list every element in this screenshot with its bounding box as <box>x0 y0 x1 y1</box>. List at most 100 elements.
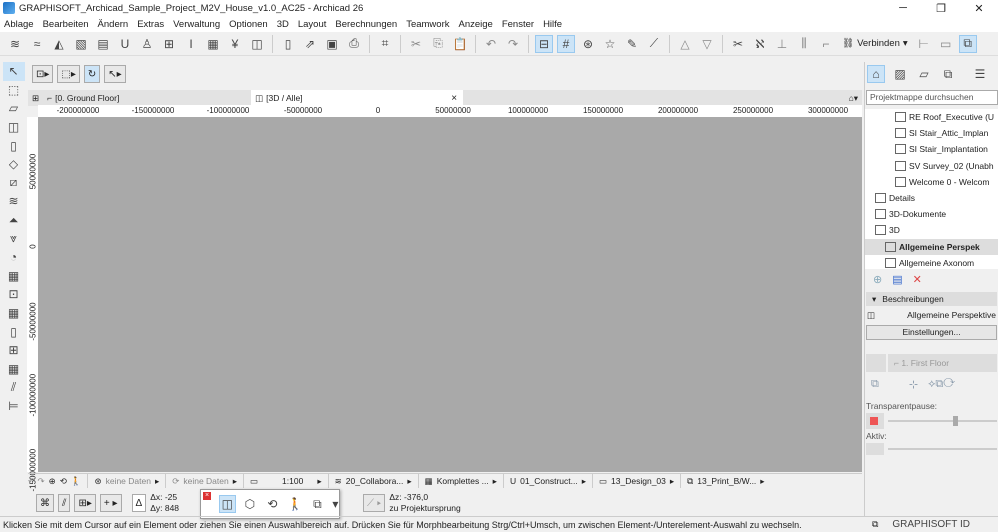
profile-icon[interactable]: I <box>182 35 200 53</box>
verbinden-dropdown[interactable]: ⛓ Verbinden ▾ <box>839 38 911 49</box>
menu-icon[interactable]: ☰ <box>971 65 989 83</box>
layer-combination-select[interactable]: ≋ 20_Collabora... ▸ <box>335 474 419 488</box>
zone-icon[interactable]: ⊞ <box>160 35 178 53</box>
fill-icon[interactable]: ▤ <box>94 35 112 53</box>
menu-3d[interactable]: 3D <box>277 19 289 30</box>
navigator-item[interactable]: Allgemeine Axonom <box>865 255 998 269</box>
publisher-icon[interactable]: ⧉ <box>939 65 957 83</box>
perspective-icon[interactable]: ◫ <box>219 495 236 513</box>
mesh-tool-icon[interactable]: ▦ <box>3 267 25 286</box>
railing-tool-icon[interactable]: ⫽ <box>3 378 25 397</box>
project-map-icon[interactable]: ⌂ <box>867 65 885 83</box>
navigator-item[interactable]: Details <box>865 190 998 206</box>
navigator-item[interactable]: RE Roof_Executive (U <box>865 109 998 125</box>
orbit-icon[interactable]: ⟲ <box>264 495 281 513</box>
marquee-tool-icon[interactable]: ⬚ <box>3 81 25 100</box>
wall-tool-icon[interactable]: ▱ <box>3 99 25 118</box>
skylight-tool-icon[interactable]: ▯ <box>3 322 25 341</box>
save-icon[interactable]: ▣ <box>323 35 341 53</box>
aktiv-slider[interactable] <box>866 443 997 455</box>
split-icon[interactable]: ✂ <box>729 35 747 53</box>
roof-icon[interactable]: ◭ <box>50 35 68 53</box>
redo-icon[interactable]: ↷ <box>504 35 522 53</box>
window-icon[interactable]: ⧉ <box>872 519 878 530</box>
layout-book-icon[interactable]: ▱ <box>915 65 933 83</box>
transparent-slider[interactable] <box>866 413 997 429</box>
model-view-select[interactable]: ▦ Komplettes ... ▸ <box>425 474 504 488</box>
arrow-tool-icon[interactable]: ↖ <box>2 62 25 81</box>
menu-optionen[interactable]: Optionen <box>229 19 268 30</box>
dimension-icon[interactable]: ⊢ <box>915 35 933 53</box>
move-down-icon[interactable]: ▽ <box>698 35 716 53</box>
add-icon[interactable]: ⊕ <box>873 273 882 286</box>
book-icon[interactable]: ◫ <box>248 35 266 53</box>
navigator-item[interactable]: SI Stair_Attic_Implan <box>865 125 998 141</box>
chevron-down-icon[interactable]: ▾ <box>332 495 339 513</box>
tab-grid-icon[interactable]: ⊞ <box>28 90 43 106</box>
maximize-button[interactable]: ❐ <box>922 2 960 15</box>
stair-tool-icon[interactable]: ≋ <box>3 192 25 211</box>
scale-select[interactable]: ▭ 1:100 ▸ <box>250 474 329 488</box>
menu-verwaltung[interactable]: Verwaltung <box>173 19 220 30</box>
graphic-override-select[interactable]: ▭ 13_Design_03 ▸ <box>599 474 682 488</box>
floor-swatch[interactable] <box>866 354 886 372</box>
object-icon[interactable]: ▧ <box>72 35 90 53</box>
syringe-icon[interactable]: ⟋ <box>645 35 663 53</box>
roof-tool-icon[interactable]: ⏶ <box>3 211 25 230</box>
menu-hilfe[interactable]: Hilfe <box>543 19 562 30</box>
angle-button[interactable]: ⟋ ▸ <box>363 494 386 512</box>
navigator-item[interactable]: SI Stair_Implantation <box>865 141 998 157</box>
distribute-icon[interactable]: ⫼ <box>795 35 813 53</box>
door-tool-icon[interactable]: ◫ <box>3 118 25 137</box>
layers-icon[interactable]: ≋ <box>6 35 24 53</box>
walk-icon[interactable]: 🚶 <box>287 495 304 513</box>
3d-canvas[interactable] <box>38 117 862 472</box>
guide-button[interactable]: ⫽ <box>58 494 71 512</box>
marquee-button[interactable]: ⬚▸ <box>57 65 80 83</box>
zoom-controls[interactable]: ↶ ↷ ⊕ ⟲ 🚶 <box>28 474 89 488</box>
zoom-set-1[interactable]: ⊛ keine Daten ▸ <box>94 474 167 488</box>
mesh-icon[interactable]: ≈ <box>28 35 46 53</box>
menu-fenster[interactable]: Fenster <box>502 19 534 30</box>
adjust-icon[interactable]: ℵ <box>751 35 769 53</box>
open-icon[interactable]: ⇗ <box>301 35 319 53</box>
renovation-filter-select[interactable]: ⧉ 13_Print_B/W... ▸ <box>687 474 770 488</box>
paste-icon[interactable]: 📋 <box>451 35 469 53</box>
menu-anzeige[interactable]: Anzeige <box>459 19 493 30</box>
zoom-set-2[interactable]: ⟳ keine Daten ▸ <box>172 474 245 488</box>
column-tool-icon[interactable]: ▯ <box>3 136 25 155</box>
menu-berechnungen[interactable]: Berechnungen <box>335 19 397 30</box>
view-actions[interactable]: ⧉ ⊹ ⟡⧉⟳ <box>865 376 998 393</box>
undo-icon[interactable]: ↶ <box>482 35 500 53</box>
beam-tool-icon[interactable]: ⧄ <box>3 174 25 193</box>
brush-icon[interactable]: ♙ <box>138 35 156 53</box>
fence-tool-icon[interactable]: ⊨ <box>3 397 25 416</box>
menu-layout[interactable]: Layout <box>298 19 327 30</box>
elevation-icon[interactable]: ⊥ <box>773 35 791 53</box>
cut-icon[interactable]: ✂ <box>407 35 425 53</box>
magic-wand-icon[interactable]: ⌗ <box>376 35 394 53</box>
menu-aendern[interactable]: Ändern <box>98 19 129 30</box>
label-icon[interactable]: ▭ <box>937 35 955 53</box>
shell-tool-icon[interactable]: ⩔ <box>3 229 25 248</box>
navigator-item[interactable]: SV Survey_02 (Unabh <box>865 158 998 174</box>
menu-ablage[interactable]: Ablage <box>4 19 34 30</box>
tab-3d[interactable]: ◫ [3D / Alle] × <box>251 90 464 106</box>
palette-close-icon[interactable]: × <box>203 492 211 500</box>
view-icon[interactable]: ⧉ <box>958 34 977 53</box>
slab-tool-icon[interactable]: ◇ <box>3 155 25 174</box>
print-icon[interactable]: ⎙ <box>345 35 363 53</box>
pen-set-select[interactable]: U 01_Construct... ▸ <box>510 474 594 488</box>
grid-snap-button[interactable]: ⊞▸ <box>74 494 96 512</box>
view-map-icon[interactable]: ▨ <box>891 65 909 83</box>
close-button[interactable]: ✕ <box>960 2 998 15</box>
pointer-button[interactable]: ↖▸ <box>104 65 126 83</box>
menu-teamwork[interactable]: Teamwork <box>406 19 449 30</box>
snap-point-button[interactable]: + ▸ <box>99 494 122 512</box>
minimize-button[interactable]: ─ <box>884 2 922 15</box>
einstellungen-button[interactable]: Einstellungen... <box>866 325 997 340</box>
gravity-icon[interactable]: ⊛ <box>579 35 597 53</box>
favorites-icon[interactable]: ¥ <box>226 35 244 53</box>
navigator-item[interactable]: 3D-Dokumente <box>865 206 998 222</box>
menu-extras[interactable]: Extras <box>137 19 164 30</box>
